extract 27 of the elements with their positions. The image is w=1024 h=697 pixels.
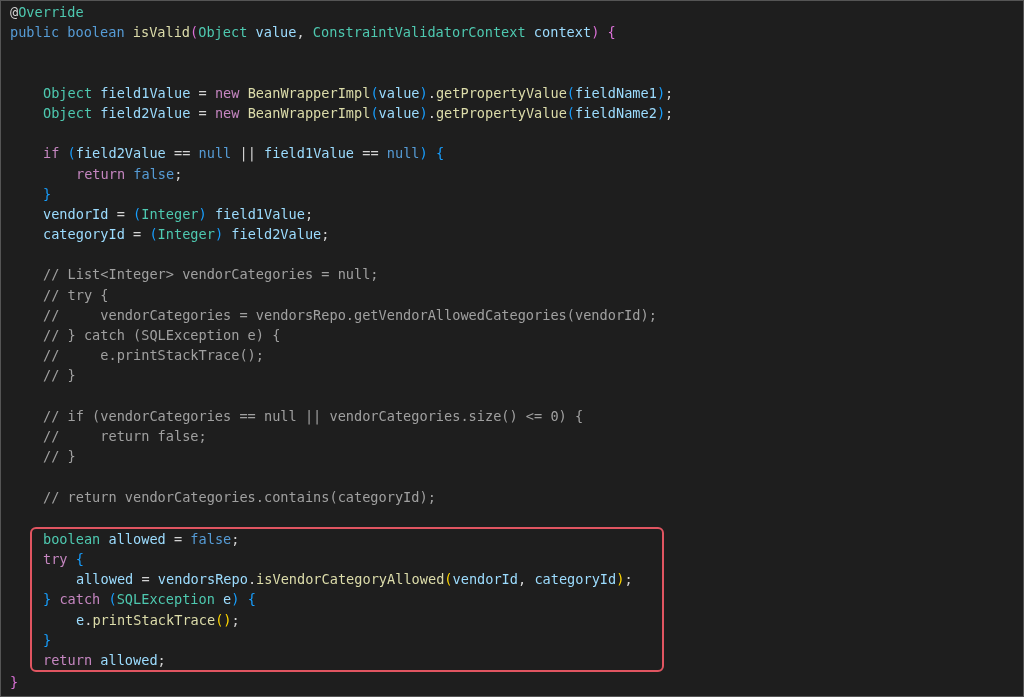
code-line: public boolean isValid(Object value, ConstraintValidatorContext context) {: [10, 24, 616, 41]
code-line: // e.printStackTrace();: [43, 347, 264, 364]
code-line: return allowed;: [43, 652, 166, 668]
code-line: }: [43, 631, 52, 648]
code-line: if (field2Value == null || field1Value == null) {: [43, 145, 445, 162]
code-line: @Override: [10, 4, 84, 20]
code-line: // return false;: [43, 427, 207, 444]
code-line: }: [43, 185, 52, 202]
code-line: allowed = vendorsRepo.isVendorCategoryAllowed(vendorId, categoryId);: [76, 571, 633, 588]
code-line: // }: [43, 448, 76, 465]
code-line: boolean allowed = false;: [43, 530, 240, 547]
code-line: Object field1Value = new BeanWrapperImpl(value).getPropertyValue(fieldName1);: [43, 84, 674, 101]
code-line: } catch (SQLException e) {: [43, 591, 256, 608]
code-line: }: [10, 674, 19, 691]
code-line: e.printStackTrace();: [76, 611, 240, 628]
code-line: Object field2Value = new BeanWrapperImpl(value).getPropertyValue(fieldName2);: [43, 104, 674, 121]
code-line: // List<Integer> vendorCategories = null;: [43, 266, 379, 283]
code-line: // vendorCategories = vendorsRepo.getVendorAllowedCategories(vendorId);: [43, 306, 657, 323]
code-line: // } catch (SQLException e) {: [43, 327, 281, 343]
code-line: try {: [43, 551, 84, 568]
code-line: categoryId = (Integer) field2Value;: [43, 226, 330, 243]
code-line: // if (vendorCategories == null || vendorCategories.size() <= 0) {: [43, 407, 584, 424]
code-line: return false;: [76, 165, 183, 182]
code-line: // try {: [43, 286, 109, 303]
code-line: vendorId = (Integer) field1Value;: [43, 205, 314, 222]
code-line: // }: [43, 367, 76, 384]
code-line: // return vendorCategories.contains(categoryId);: [43, 488, 436, 505]
